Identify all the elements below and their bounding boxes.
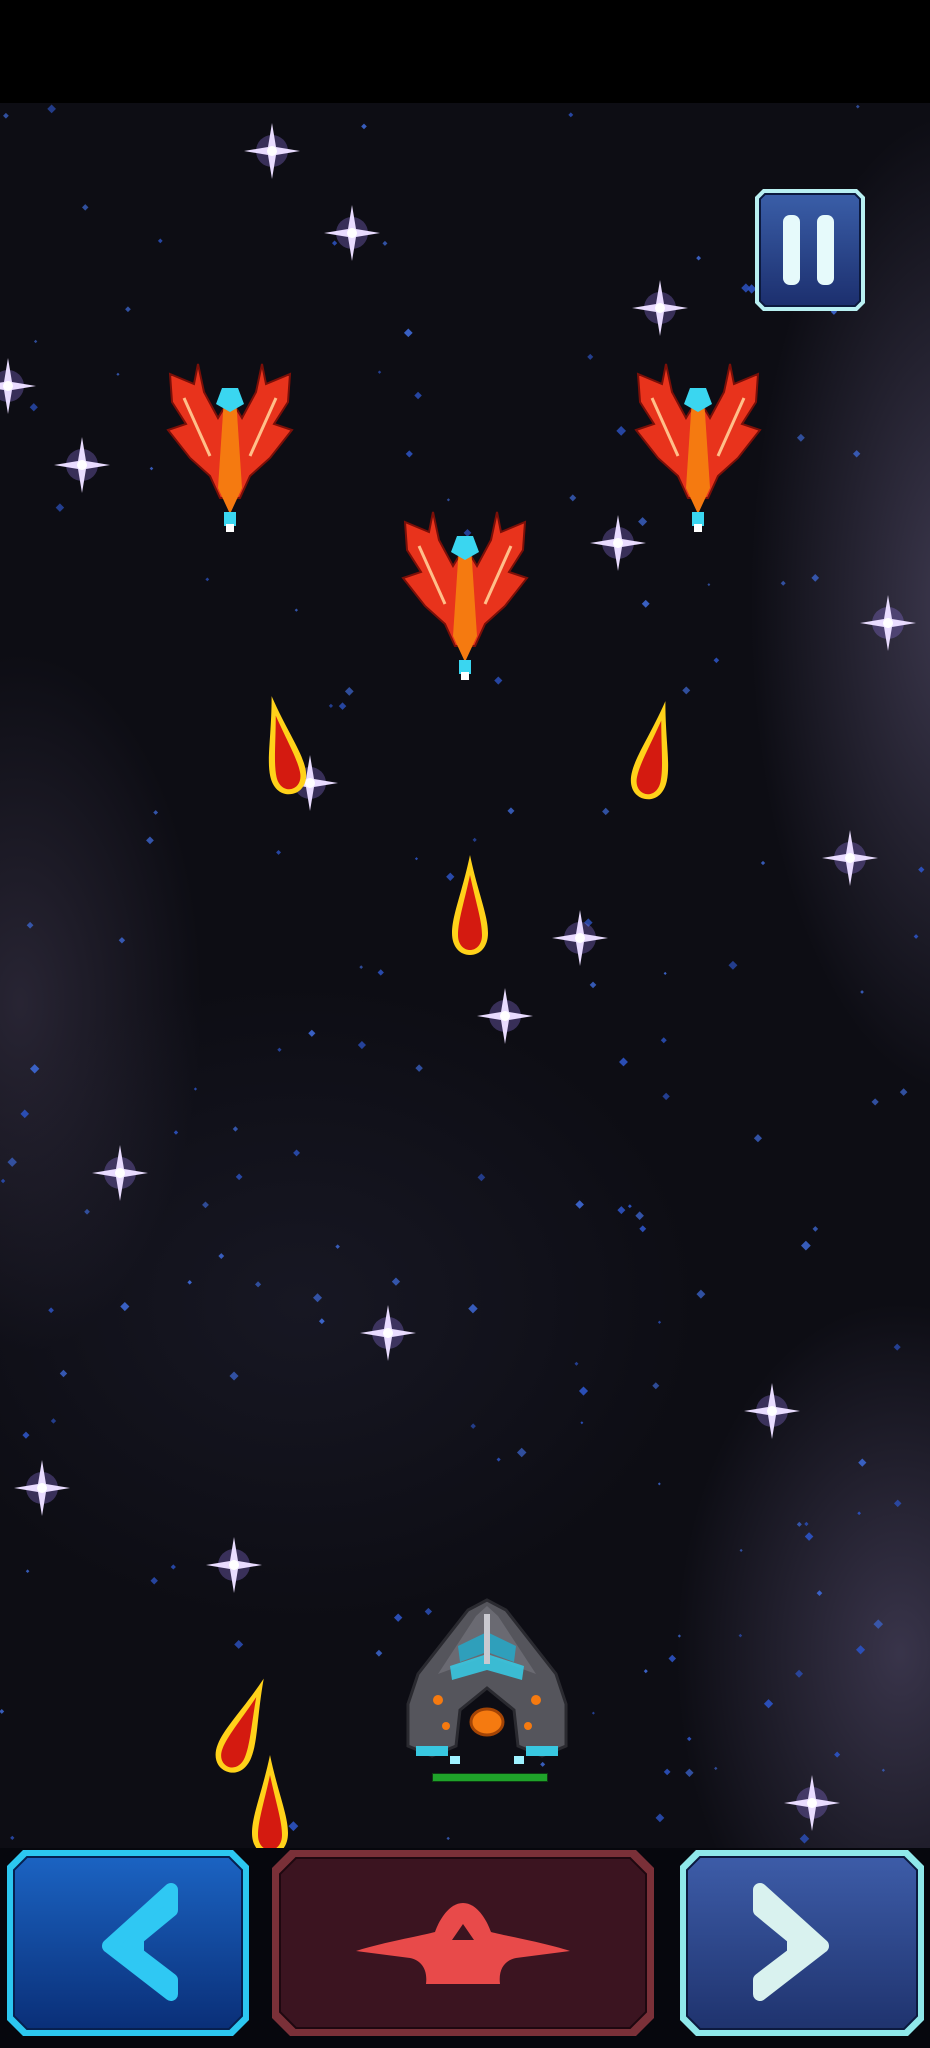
player-health-fill — [433, 1774, 547, 1781]
enemy-ship-right — [632, 358, 764, 538]
enemy-ship-left — [164, 358, 296, 538]
flame-projectile — [623, 695, 688, 806]
move-right-button[interactable] — [678, 1848, 926, 2038]
flame-projectile — [250, 690, 315, 801]
flame-projectile — [448, 853, 492, 957]
playfield — [0, 103, 930, 1848]
player-ship — [398, 1596, 576, 1786]
flame-projectile — [248, 1753, 292, 1848]
move-left-button[interactable] — [5, 1848, 251, 2038]
status-bar — [0, 0, 930, 103]
control-bar — [0, 1848, 930, 2048]
pause-icon — [755, 189, 865, 311]
fire-button[interactable] — [270, 1848, 656, 2038]
pause-button[interactable] — [753, 187, 867, 313]
enemy-layer — [0, 103, 930, 1848]
enemy-ship-center — [399, 506, 531, 686]
game-screen — [0, 0, 930, 2048]
player-health-bar — [432, 1773, 548, 1782]
